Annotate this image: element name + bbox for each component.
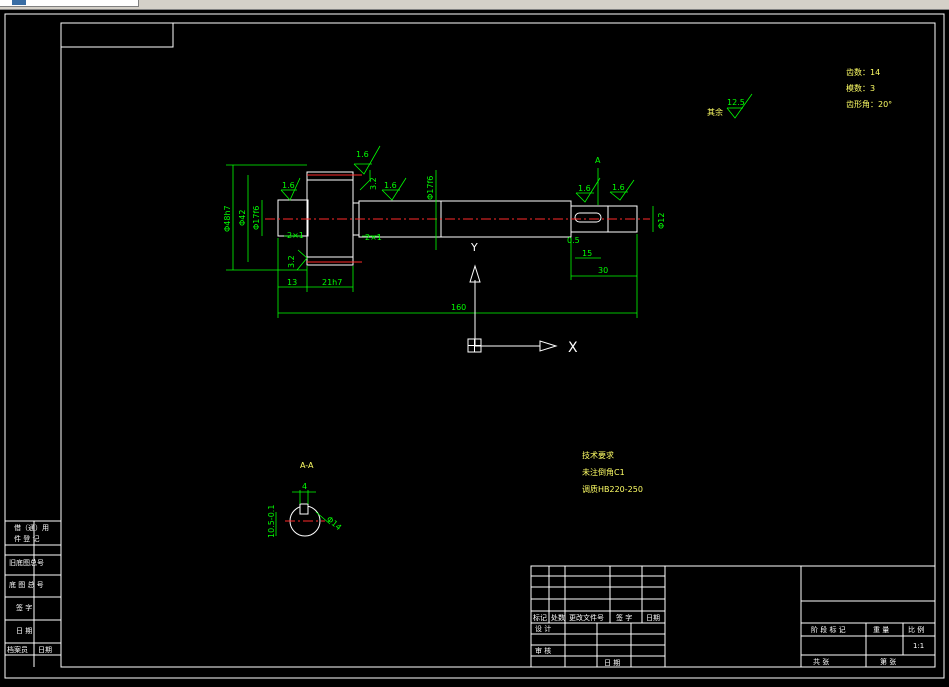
code-box	[60, 22, 174, 48]
roughness-5: 3.2	[369, 177, 378, 190]
document-tab[interactable]	[0, 0, 139, 7]
dim-total-length: 160	[451, 303, 466, 312]
section-title: A-A	[300, 461, 314, 470]
tb-qty: 处数	[551, 613, 565, 622]
dim-length-30: 30	[598, 266, 608, 275]
dim-tip-diameter: Φ48h7	[223, 205, 232, 232]
cad-drawing-canvas[interactable]: 借（通）用 件 登 记 旧底图总号 底 图 总 号 签 字 日 期 档案员 日期…	[0, 10, 949, 683]
section-key-width: 4	[302, 482, 307, 491]
left-filing-strip: 借（通）用 件 登 记 旧底图总号 底 图 总 号 签 字 日 期 档案员 日期	[5, 520, 61, 667]
roughness-1: 1.6	[282, 181, 295, 190]
gear-teeth: 齿数：14	[846, 67, 880, 77]
keyway-slot	[574, 212, 602, 223]
tb-change-doc: 更改文件号	[569, 613, 604, 622]
document-icon	[12, 0, 26, 5]
tb-date-2: 日 期	[604, 659, 620, 667]
title-block: 标记 处数 更改文件号 签 字 日期 设 计 审 核 日 期 阶 段 标 记 重…	[530, 565, 936, 668]
dim-gear-diameter: Φ42	[238, 210, 247, 226]
dim-mid-diameter: Φ17f6	[426, 176, 435, 200]
dim-length-15: 15	[582, 249, 592, 258]
tb-mark: 标记	[533, 613, 547, 622]
strip-old-no: 旧底图总号	[9, 558, 44, 567]
gear-pressure-angle: 齿形角：20°	[846, 99, 892, 109]
strip-sign: 签 字	[16, 603, 32, 612]
window-title-bar	[0, 0, 949, 10]
tech-title: 技术要求	[582, 450, 614, 460]
chamfer-mid: 2×1	[365, 233, 382, 242]
tech-line-2: 调质HB220-250	[582, 484, 643, 494]
strip-borrow: 借（通）用	[14, 523, 49, 532]
ucs-y-label: Y	[470, 241, 478, 254]
roughness-2: 1.6	[356, 150, 369, 159]
roughness-3: 1.6	[384, 181, 397, 190]
shaft-part-view	[265, 171, 650, 266]
dim-length-13: 13	[287, 278, 297, 287]
dim-end-diameter: Φ12	[657, 213, 666, 229]
roughness-4: 1.6	[578, 184, 591, 193]
tb-stage: 阶 段 标 记	[811, 625, 846, 634]
roughness-7: 1.6	[612, 183, 625, 192]
tb-sheets-total: 共 张	[813, 657, 829, 666]
dim-length-21: 21h7	[322, 278, 342, 287]
chamfer-end: 0.5	[567, 236, 580, 245]
rest-roughness-value: 12.5	[727, 98, 745, 107]
section-diameter: Φ14	[325, 515, 343, 532]
strip-date: 日 期	[16, 627, 32, 635]
strip-archivist: 档案员	[7, 645, 28, 654]
tech-line-1: 未注倒角C1	[582, 467, 625, 477]
tb-scale: 比 例	[908, 625, 924, 634]
strip-archive-date: 日期	[38, 646, 52, 654]
gear-module: 模数：3	[846, 83, 875, 93]
rest-roughness: 其余 12.5	[707, 93, 753, 119]
strip-base-no: 底 图 总 号	[9, 580, 44, 589]
section-mark-top: A	[595, 156, 601, 165]
tb-scale-value: 1:1	[913, 642, 924, 650]
gear-parameters: 齿数：14 模数：3 齿形角：20°	[846, 67, 892, 109]
rest-label: 其余	[707, 107, 723, 117]
ucs-x-label: X	[568, 340, 578, 356]
tb-check: 审 核	[535, 646, 551, 655]
tb-date: 日期	[646, 614, 660, 622]
technical-requirements: 技术要求 未注倒角C1 调质HB220-250	[582, 450, 643, 494]
section-view: A-A 4 10.5-0.1 Φ14	[267, 461, 343, 538]
chamfer-left: 2×1	[287, 231, 304, 240]
strip-register: 件 登 记	[14, 534, 39, 543]
tb-sign: 签 字	[616, 613, 632, 622]
roughness-6: 3.2	[287, 255, 296, 268]
section-depth: 10.5-0.1	[267, 505, 276, 538]
tb-sheet-no: 第 张	[880, 657, 896, 666]
dim-journal-diameter: Φ17f6	[252, 206, 261, 230]
tb-weight: 重 量	[873, 626, 889, 634]
ucs-icon: X Y	[467, 241, 578, 356]
tb-design: 设 计	[535, 624, 551, 633]
